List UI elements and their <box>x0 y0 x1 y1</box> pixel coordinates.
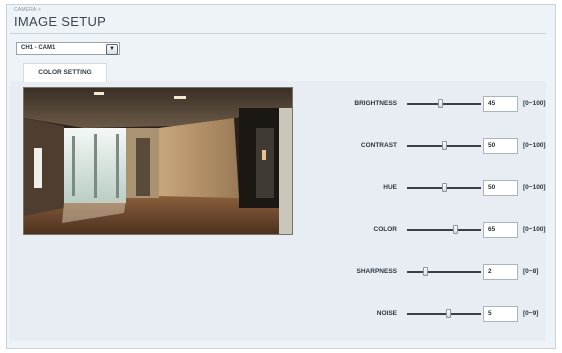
brightness-slider-track[interactable] <box>407 103 481 105</box>
noise-value-input[interactable]: 5 <box>483 306 518 322</box>
brightness-value-input[interactable]: 45 <box>483 96 518 112</box>
hue-value-input[interactable]: 50 <box>483 180 518 196</box>
contrast-slider-thumb[interactable] <box>441 141 447 150</box>
sharpness-range-label: [0~8] <box>523 268 539 275</box>
hue-range-label: [0~100] <box>523 184 546 191</box>
hue-slider-thumb[interactable] <box>441 183 447 192</box>
contrast-range-label: [0~100] <box>523 142 546 149</box>
channel-select-value: CH1 - CAM1 <box>21 45 56 51</box>
control-row-hue: HUE 50 [0~100] <box>0 178 562 198</box>
brightness-label: BRIGHTNESS <box>354 100 397 107</box>
control-row-sharpness: SHARPNESS 2 [0~8] <box>0 262 562 282</box>
control-row-color: COLOR 65 [0~100] <box>0 220 562 240</box>
sharpness-slider-track[interactable] <box>407 271 481 273</box>
brightness-range-label: [0~100] <box>523 100 546 107</box>
color-slider-thumb[interactable] <box>452 225 458 234</box>
tab-color-setting[interactable]: COLOR SETTING <box>23 63 107 82</box>
page-title: IMAGE SETUP <box>14 14 107 29</box>
channel-select[interactable]: CH1 - CAM1 ▼ <box>16 42 120 55</box>
control-row-noise: NOISE 5 [0~9] <box>0 304 562 324</box>
control-row-contrast: CONTRAST 50 [0~100] <box>0 136 562 156</box>
color-slider-track[interactable] <box>407 229 481 231</box>
color-value-input[interactable]: 65 <box>483 222 518 238</box>
noise-slider-track[interactable] <box>407 313 481 315</box>
chevron-down-icon[interactable]: ▼ <box>106 44 118 55</box>
title-divider <box>10 33 546 34</box>
noise-range-label: [0~9] <box>523 310 539 317</box>
color-label: COLOR <box>373 226 397 233</box>
color-range-label: [0~100] <box>523 226 546 233</box>
brightness-slider-thumb[interactable] <box>437 99 443 108</box>
contrast-value-input[interactable]: 50 <box>483 138 518 154</box>
hue-label: HUE <box>383 184 397 191</box>
contrast-label: CONTRAST <box>360 142 397 149</box>
noise-label: NOISE <box>376 310 397 317</box>
sharpness-slider-thumb[interactable] <box>423 267 428 276</box>
noise-slider-thumb[interactable] <box>445 309 451 318</box>
sharpness-label: SHARPNESS <box>356 268 397 275</box>
control-row-brightness: BRIGHTNESS 45 [0~100] <box>0 94 562 114</box>
sharpness-value-input[interactable]: 2 <box>483 264 518 280</box>
breadcrumb[interactable]: CAMERA > <box>14 7 41 13</box>
